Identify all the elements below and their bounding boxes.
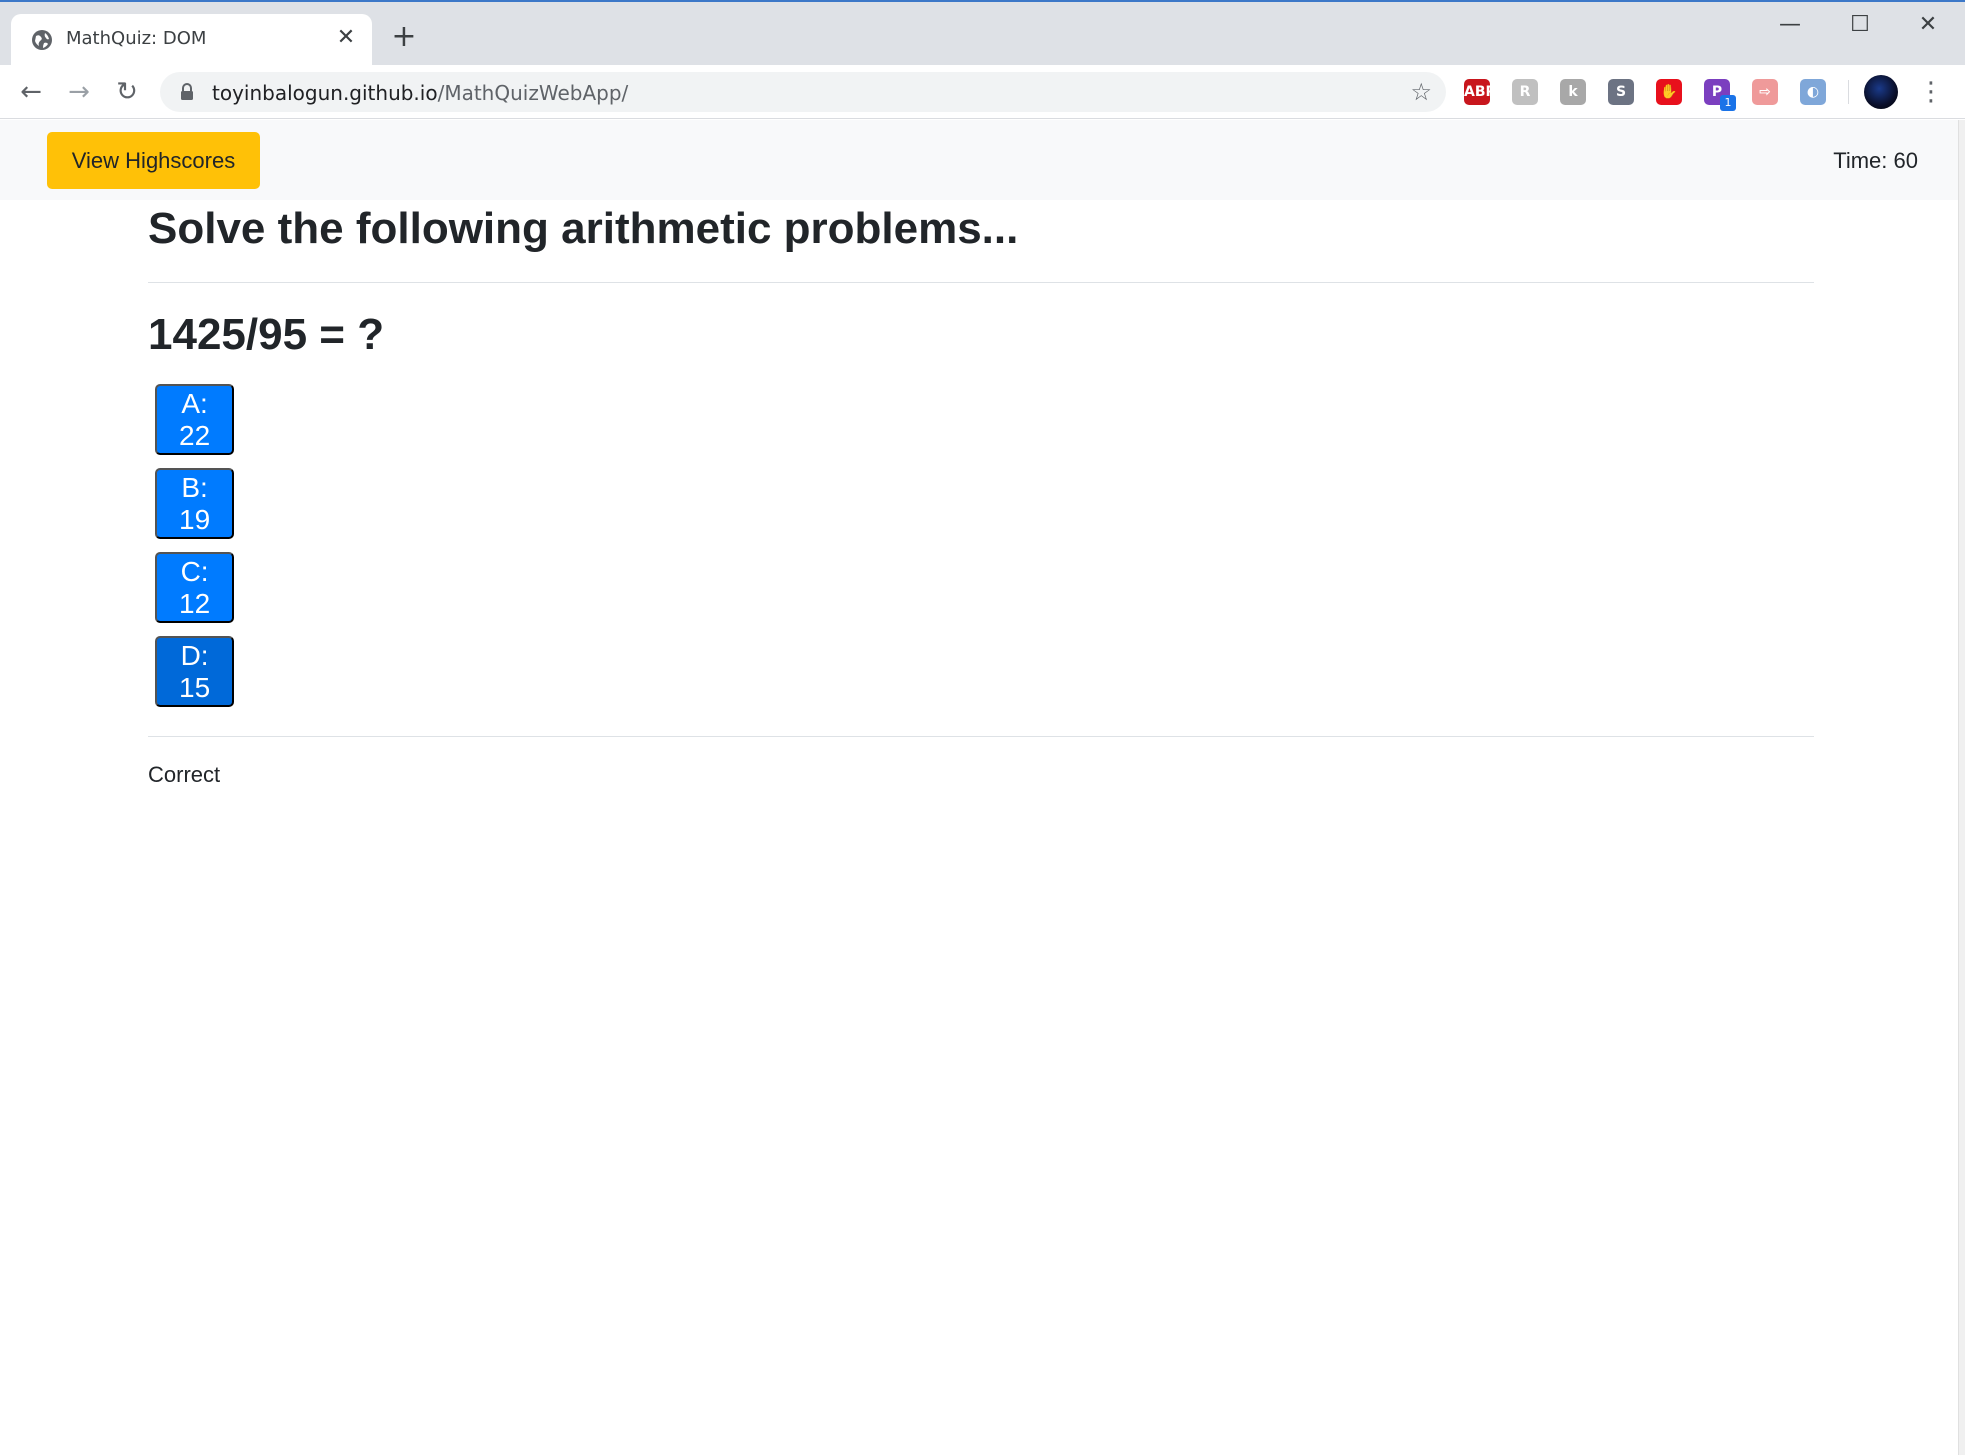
browser-toolbar: ← → ↻ toyinbalogun.github.io/MathQuizWeb… [0,65,1965,119]
extension-badge: 1 [1720,95,1736,111]
quiz-navbar: View Highscores Time: 60 [0,120,1958,200]
extension-circle-icon[interactable]: ◐ [1800,79,1826,105]
extension-r-icon[interactable]: R [1512,79,1538,105]
forward-icon[interactable]: → [62,75,96,109]
tab-mathquiz[interactable]: MathQuiz: DOM ✕ [11,14,372,66]
answer-feedback: Correct [148,762,221,787]
tab-strip: MathQuiz: DOM ✕ + — ☐ ✕ [0,2,1965,66]
question-text: 1425/95 = ? [148,310,385,359]
divider-bottom [148,736,1814,737]
url-text: toyinbalogun.github.io/MathQuizWebApp/ [212,81,628,105]
close-window-icon[interactable]: ✕ [1908,10,1948,40]
adblock-extension-icon[interactable]: ABP [1464,79,1496,105]
lock-icon [181,83,193,100]
divider-top [148,282,1814,283]
globe-icon [32,30,52,50]
page-content: View Highscores Time: 60 Solve the follo… [0,120,1958,1455]
new-tab-button[interactable]: + [390,22,418,52]
url-host: toyinbalogun.github.io [212,81,438,105]
extension-k-icon[interactable]: k [1560,79,1586,105]
back-icon[interactable]: ← [14,75,48,109]
answer-button-b[interactable]: B: 19 [155,468,235,539]
profile-avatar[interactable] [1864,75,1898,109]
tab-close-icon[interactable]: ✕ [334,26,358,50]
answer-button-a[interactable]: A: 22 [155,384,235,455]
extension-arrow-icon[interactable]: ⇨ [1752,79,1778,105]
tab-title: MathQuiz: DOM [66,28,207,49]
page-edge [1958,120,1965,1455]
ublock-hand-icon[interactable]: ✋ [1656,79,1682,105]
extension-s-icon[interactable]: S [1608,79,1634,105]
page-title: Solve the following arithmetic problems.… [148,204,1019,253]
url-path: /MathQuizWebApp/ [437,81,629,105]
toolbar-divider [1848,80,1849,104]
browser-menu-icon[interactable]: ⋮ [1918,75,1944,109]
reload-icon[interactable]: ↻ [110,75,144,109]
view-highscores-button[interactable]: View Highscores [47,132,260,189]
maximize-icon[interactable]: ☐ [1840,10,1880,40]
answer-button-d[interactable]: D: 15 [155,636,235,707]
minimize-icon[interactable]: — [1770,10,1810,40]
address-bar[interactable]: toyinbalogun.github.io/MathQuizWebApp/ ☆ [160,72,1446,112]
timer-display: Time: 60 [1833,148,1918,173]
answer-button-c[interactable]: C: 12 [155,552,235,623]
bookmark-star-icon[interactable]: ☆ [1410,78,1432,106]
extension-p-icon-badge-wrap: 1 [1704,79,1736,111]
